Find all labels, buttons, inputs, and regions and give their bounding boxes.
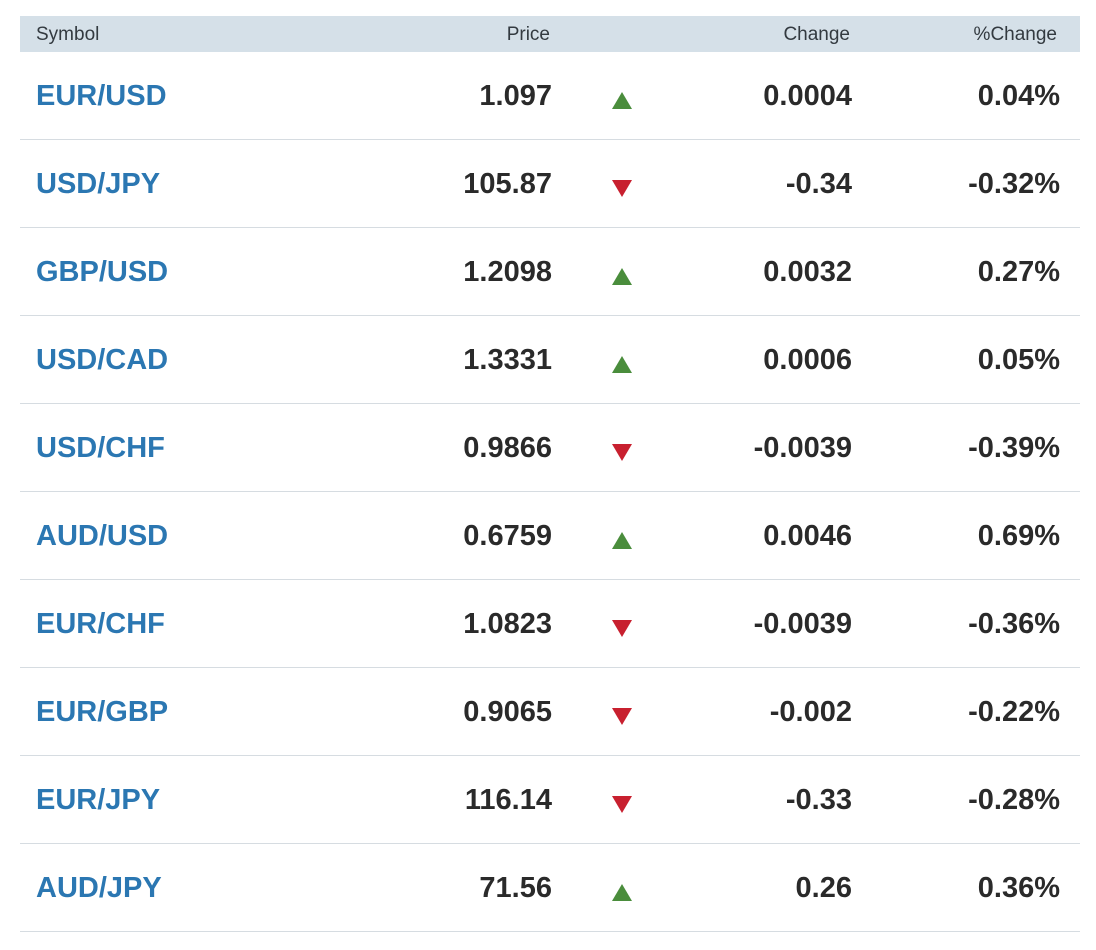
down-arrow-icon [612, 444, 632, 461]
change-value: -0.34 [785, 168, 852, 200]
pct-change-value: 0.05% [977, 344, 1060, 376]
down-arrow-icon [612, 708, 632, 725]
symbol-link[interactable]: USD/CAD [36, 316, 168, 404]
table-row[interactable]: USD/CAD 1.3331 0.0006 0.05% [20, 316, 1080, 404]
header-pct-change[interactable]: %Change [974, 16, 1057, 54]
table-row[interactable]: GBP/USD 1.2098 0.0032 0.27% [20, 228, 1080, 316]
pct-change-value: -0.36% [968, 608, 1060, 640]
pct-change-value: 0.69% [977, 520, 1060, 552]
table-row[interactable]: EUR/GBP 0.9065 -0.002 -0.22% [20, 668, 1080, 756]
header-change[interactable]: Change [783, 16, 850, 54]
change-value: 0.0046 [763, 520, 852, 552]
change-value: 0.0032 [763, 256, 852, 288]
down-arrow-icon [612, 620, 632, 637]
price-value: 1.3331 [463, 344, 552, 376]
symbol-link[interactable]: AUD/USD [36, 492, 168, 580]
pct-change-value: -0.22% [968, 696, 1060, 728]
symbol-link[interactable]: USD/CHF [36, 404, 165, 492]
symbol-link[interactable]: USD/JPY [36, 140, 160, 228]
pct-change-value: 0.27% [977, 256, 1060, 288]
table-row[interactable]: USD/JPY 105.87 -0.34 -0.32% [20, 140, 1080, 228]
table-row[interactable]: EUR/CHF 1.0823 -0.0039 -0.36% [20, 580, 1080, 668]
change-value: 0.26 [795, 872, 852, 904]
symbol-link[interactable]: EUR/GBP [36, 668, 168, 756]
price-value: 0.6759 [463, 520, 552, 552]
down-arrow-icon [612, 180, 632, 197]
change-value: 0.0004 [763, 80, 852, 112]
table-row[interactable]: USD/CHF 0.9866 -0.0039 -0.39% [20, 404, 1080, 492]
table-row[interactable]: EUR/JPY 116.14 -0.33 -0.28% [20, 756, 1080, 844]
up-arrow-icon [612, 532, 632, 549]
price-value: 1.2098 [463, 256, 552, 288]
up-arrow-icon [612, 356, 632, 373]
pct-change-value: 0.04% [977, 80, 1060, 112]
change-value: 0.0006 [763, 344, 852, 376]
price-value: 0.9866 [463, 432, 552, 464]
table-row[interactable]: AUD/JPY 71.56 0.26 0.36% [20, 844, 1080, 932]
price-value: 1.097 [479, 80, 552, 112]
header-symbol[interactable]: Symbol [36, 16, 99, 54]
table-row[interactable]: EUR/USD 1.097 0.0004 0.04% [20, 52, 1080, 140]
price-value: 105.87 [463, 168, 552, 200]
price-value: 0.9065 [463, 696, 552, 728]
price-value: 1.0823 [463, 608, 552, 640]
change-value: -0.0039 [753, 432, 852, 464]
pct-change-value: -0.28% [968, 784, 1060, 816]
price-value: 71.56 [479, 872, 552, 904]
up-arrow-icon [612, 92, 632, 109]
table-body: EUR/USD 1.097 0.0004 0.04% USD/JPY 105.87 -0.3… [20, 52, 1080, 932]
pct-change-value: -0.39% [968, 432, 1060, 464]
symbol-link[interactable]: EUR/USD [36, 52, 167, 140]
change-value: -0.002 [769, 696, 852, 728]
symbol-link[interactable]: GBP/USD [36, 228, 168, 316]
currency-quote-table: Symbol Price Change %Change EUR/USD 1.097… [20, 16, 1080, 932]
pct-change-value: -0.32% [968, 168, 1060, 200]
pct-change-value: 0.36% [977, 872, 1060, 904]
price-value: 116.14 [464, 784, 552, 816]
change-value: -0.33 [785, 784, 852, 816]
table-header: Symbol Price Change %Change [20, 16, 1080, 52]
symbol-link[interactable]: EUR/JPY [36, 756, 160, 844]
symbol-link[interactable]: EUR/CHF [36, 580, 165, 668]
symbol-link[interactable]: AUD/JPY [36, 844, 162, 932]
header-price[interactable]: Price [507, 16, 550, 54]
table-row[interactable]: AUD/USD 0.6759 0.0046 0.69% [20, 492, 1080, 580]
down-arrow-icon [612, 796, 632, 813]
up-arrow-icon [612, 268, 632, 285]
change-value: -0.0039 [753, 608, 852, 640]
up-arrow-icon [612, 884, 632, 901]
